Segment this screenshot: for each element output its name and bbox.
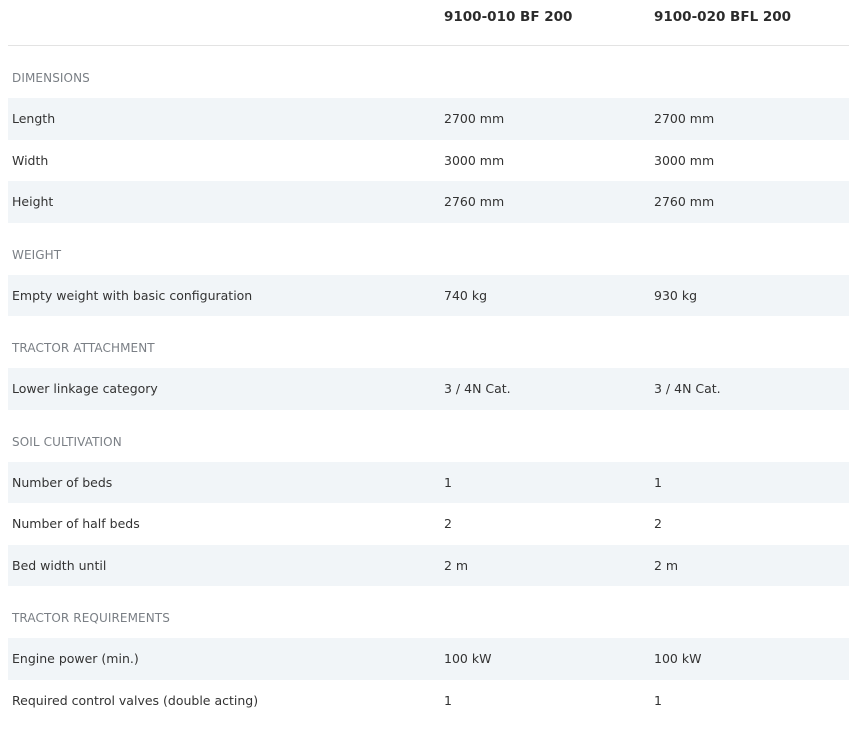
row-label: Number of beds [12,474,113,490]
table-row: Width 3000 mm 3000 mm [8,140,849,182]
row-value-bf200: 2760 mm [444,194,505,209]
row-label: Width [12,152,49,168]
row-value-bfl200: 3 / 4N Cat. [654,381,721,396]
row-label: Engine power (min.) [12,651,139,666]
table-row: Engine power (min.) 100 kW 100 kW [8,638,849,680]
row-label: Required control valves (double acting) [12,692,259,708]
table-row: Length 2700 mm 2700 mm [8,98,849,140]
table-row: Empty weight with basic configuration 74… [8,274,849,316]
row-value-bf200: 1 [444,474,452,490]
row-value-bfl200: 2 m [654,557,679,573]
row-value-bf200: 740 kg [444,287,488,303]
row-label: Bed width until [12,557,107,573]
row-value-bfl200: 2 [654,516,662,531]
column-header-bfl200: 9100-020 BFL 200 [654,9,792,25]
row-value-bfl200: 930 kg [654,287,698,303]
row-value-bfl200: 1 [654,692,662,708]
row-value-bfl200: 1 [654,474,662,490]
row-value-bf200: 3000 mm [444,152,505,168]
table-row: Required control valves (double acting) … [8,680,849,722]
row-label: Number of half beds [12,516,140,531]
row-label: Lower linkage category [12,381,158,396]
table-row: Number of half beds 2 2 [8,503,849,545]
row-value-bf200: 3 / 4N Cat. [444,381,511,396]
row-value-bfl200: 2700 mm [654,111,715,126]
row-value-bfl200: 100 kW [654,651,702,666]
column-header-bf200: 9100-010 BF 200 [444,9,573,25]
row-label: Empty weight with basic configuration [12,287,253,303]
row-value-bf200: 100 kW [444,651,492,666]
table-row: Bed width until 2 m 2 m [8,544,849,586]
row-label: Height [12,194,54,209]
section-title-tractor-attachment: TRACTOR ATTACHMENT [12,341,155,355]
section-title-tractor-requirements: TRACTOR REQUIREMENTS [12,611,170,625]
table-row: Lower linkage category 3 / 4N Cat. 3 / 4… [8,368,849,410]
row-value-bf200: 2 [444,516,452,531]
section-title-dimensions: DIMENSIONS [12,71,90,85]
table-row: Height 2760 mm 2760 mm [8,181,849,223]
spec-comparison-table: 9100-010 BF 200 9100-020 BFL 200 DIMENSI… [8,0,849,721]
row-value-bf200: 1 [444,692,452,708]
table-row: Number of beds 1 1 [8,461,849,503]
table-header: 9100-010 BF 200 9100-020 BFL 200 [8,0,849,46]
row-value-bf200: 2700 mm [444,111,505,126]
section-title-soil-cultivation: SOIL CULTIVATION [12,434,122,449]
section-title-weight: WEIGHT [12,247,62,262]
row-label: Length [12,111,56,126]
row-value-bfl200: 2760 mm [654,194,715,209]
row-value-bf200: 2 m [444,557,469,573]
row-value-bfl200: 3000 mm [654,152,715,168]
